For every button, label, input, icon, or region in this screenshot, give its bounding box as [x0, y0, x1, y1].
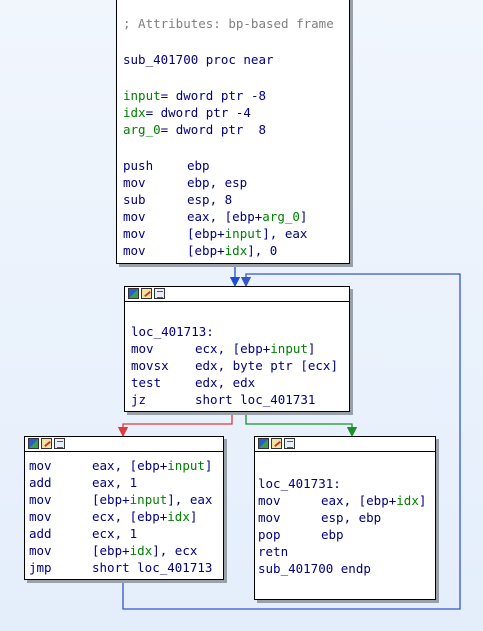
instruction-row: mov	[29, 509, 52, 524]
instruction-row: mov	[123, 243, 146, 258]
block-titlebar	[255, 437, 435, 452]
var-idx: idx= dword ptr -4	[123, 105, 251, 120]
code-block-entry[interactable]: ; Attributes: bp-based frame sub_401700 …	[116, 0, 350, 264]
graph-color-icon[interactable]	[28, 438, 39, 449]
instruction-row: jz	[131, 392, 147, 407]
graph-color-icon[interactable]	[128, 288, 139, 299]
instruction-operands: short loc_401713	[92, 560, 213, 575]
instruction-row: mov	[258, 493, 281, 508]
instruction-row: push	[123, 158, 154, 173]
instruction-row: retn	[258, 544, 289, 559]
proc-declaration: sub_401700 proc near	[123, 52, 274, 67]
instruction-row: add	[29, 526, 52, 541]
instruction-operands: eax, [ebp+idx]	[321, 493, 427, 508]
block-titlebar	[125, 287, 349, 302]
instruction-row: jmp	[29, 560, 52, 575]
instruction-operands: eax, 1	[92, 475, 138, 490]
var-arg0: arg_0= dword ptr 8	[123, 122, 266, 137]
instruction-row: movsx	[131, 358, 169, 373]
instruction-operands: esp, ebp	[321, 510, 382, 525]
instruction-row: mov	[258, 510, 281, 525]
instruction-row: mov	[131, 341, 154, 356]
edge-true	[245, 412, 358, 438]
instruction-row: mov	[123, 226, 146, 241]
instruction-operands: [ebp+idx], ecx	[92, 543, 198, 558]
block-label: loc_401731:	[258, 476, 341, 491]
instruction-row: add	[29, 475, 52, 490]
edit-icon[interactable]	[141, 288, 152, 299]
instruction-operands: esp, 8	[187, 192, 233, 207]
proc-end: sub_401700 endp	[258, 561, 371, 576]
attributes-comment: ; Attributes: bp-based frame	[123, 16, 334, 31]
instruction-row: mov	[123, 175, 146, 190]
instruction-operands: eax, [ebp+arg_0]	[187, 209, 308, 224]
code-block-loop-body[interactable]: mov eax, [ebp+input] add eax, 1 mov [ebp…	[24, 436, 224, 580]
block-titlebar	[25, 437, 223, 452]
instruction-row: mov	[29, 543, 52, 558]
instruction-operands: ebp, esp	[187, 175, 248, 190]
instruction-operands: ebp	[321, 527, 344, 542]
instruction-row: mov	[123, 209, 146, 224]
instruction-operands: ecx, [ebp+input]	[195, 341, 316, 356]
instruction-operands: [ebp+input], eax	[92, 492, 213, 507]
instruction-row: pop	[258, 527, 281, 542]
instruction-operands: short loc_401731	[195, 392, 316, 407]
instruction-operands: edx, edx	[195, 375, 256, 390]
instruction-operands: ecx, 1	[92, 526, 138, 541]
block-label: loc_401713:	[131, 324, 214, 339]
instruction-operands: eax, [ebp+input]	[92, 458, 213, 473]
graph-color-icon[interactable]	[258, 438, 269, 449]
instruction-operands: ecx, [ebp+idx]	[92, 509, 198, 524]
edit-icon[interactable]	[271, 438, 282, 449]
instruction-operands: edx, byte ptr [ecx]	[195, 358, 338, 373]
text-view-icon[interactable]	[154, 288, 165, 299]
edit-icon[interactable]	[41, 438, 52, 449]
instruction-operands: [ebp+idx], 0	[187, 243, 278, 258]
edge-false	[117, 412, 233, 438]
instruction-row: sub	[123, 192, 146, 207]
text-view-icon[interactable]	[284, 438, 295, 449]
instruction-operands: [ebp+input], eax	[187, 226, 308, 241]
instruction-operands: ebp	[187, 158, 210, 173]
text-view-icon[interactable]	[54, 438, 65, 449]
code-block-loop-head[interactable]: loc_401713: mov ecx, [ebp+input] movsx e…	[124, 286, 350, 412]
instruction-row: mov	[29, 458, 52, 473]
instruction-row: mov	[29, 492, 52, 507]
var-input: input= dword ptr -8	[123, 88, 266, 103]
code-block-exit[interactable]: loc_401731: mov eax, [ebp+idx] mov esp, …	[254, 436, 436, 600]
instruction-row: test	[131, 375, 162, 390]
